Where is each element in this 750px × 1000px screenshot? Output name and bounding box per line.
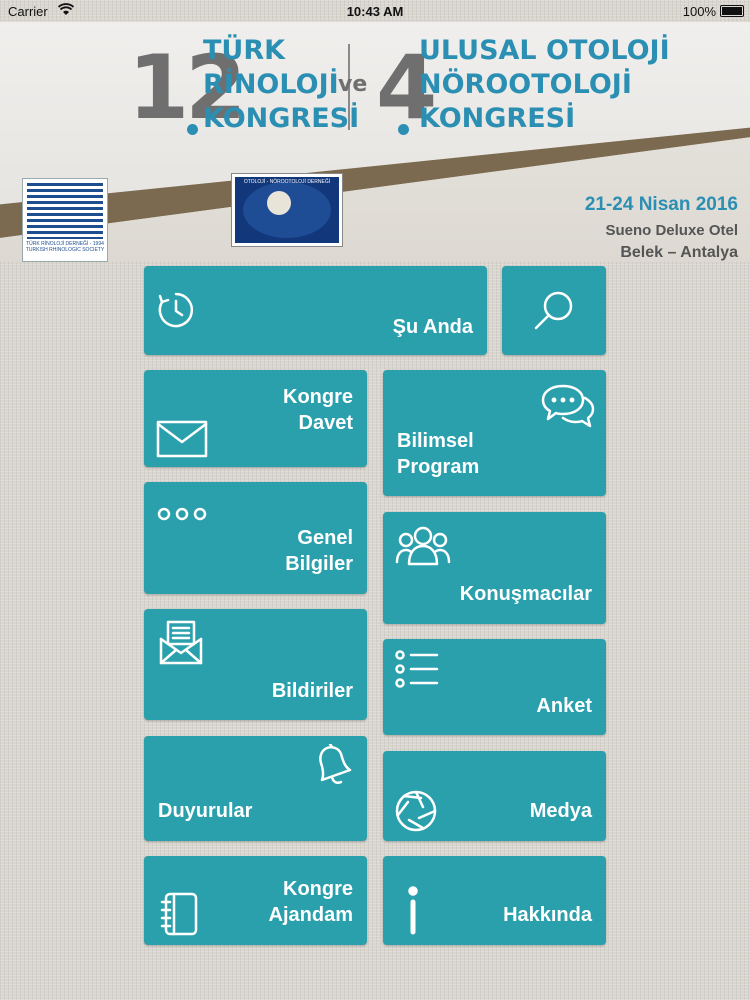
status-bar: Carrier 10:43 AM 100%	[0, 0, 750, 22]
konusmacilar-tile[interactable]: Konuşmacılar	[383, 512, 606, 624]
congress-title-left: TÜRK RİNOLOJİ KONGRESİ	[203, 35, 360, 134]
bilimsel-program-label: Bilimsel Program	[397, 430, 480, 478]
hakkinda-tile[interactable]: Hakkında	[383, 856, 606, 945]
event-date: 21-24 Nisan 2016	[584, 194, 738, 215]
kongre-ajandam-label: Kongre Ajandam	[268, 878, 353, 926]
rhinology-society-logo: TÜRK RİNOLOJİ DERNEĞİ - 1994 TURKISH RHI…	[22, 178, 108, 262]
anket-label: Anket	[536, 695, 592, 717]
kongre-davet-label: Kongre Davet	[283, 386, 353, 434]
congress-header: 12 TÜRK RİNOLOJİ KONGRESİ ve 4 ULUSAL OT…	[0, 22, 750, 262]
connector-word: ve	[338, 72, 368, 97]
envelope-icon	[156, 420, 208, 458]
bilimsel-program-tile[interactable]: Bilimsel Program	[383, 370, 606, 496]
camera-aperture-icon	[395, 790, 437, 832]
genel-bilgiler-tile[interactable]: Genel Bilgiler	[144, 482, 367, 594]
open-mail-icon	[159, 620, 203, 665]
event-info: 21-24 Nisan 2016 Sueno Deluxe Otel Belek…	[585, 194, 738, 262]
search-icon	[534, 291, 573, 330]
medya-tile[interactable]: Medya	[383, 751, 606, 841]
people-group-icon	[395, 526, 451, 566]
battery-percent: 100%	[682, 4, 716, 19]
clock: 10:43 AM	[346, 4, 404, 19]
bildiriler-label: Bildiriler	[271, 680, 353, 702]
su-anda-tile[interactable]: Şu Anda	[144, 266, 487, 355]
su-anda-label: Şu Anda	[392, 316, 473, 338]
notebook-icon	[160, 892, 198, 936]
list-icon	[395, 650, 439, 688]
duyurular-tile[interactable]: Duyurular	[144, 736, 367, 841]
kongre-davet-tile[interactable]: Kongre Davet	[144, 370, 367, 467]
hakkinda-label: Hakkında	[503, 904, 592, 926]
duyurular-label: Duyurular	[158, 800, 253, 822]
battery-icon	[720, 5, 744, 17]
otology-society-logo: OTOLOJİ - NÖROOTOLOJİ DERNEĞİ	[232, 174, 342, 246]
info-icon	[408, 886, 418, 935]
congress-title-right: ULUSAL OTOLOJİ NÖROOTOLOJİ KONGRESİ	[419, 35, 670, 134]
event-venue: Sueno Deluxe Otel	[605, 222, 738, 239]
anket-tile[interactable]: Anket	[383, 639, 606, 735]
search-tile[interactable]	[502, 266, 606, 355]
genel-bilgiler-label: Genel Bilgiler	[285, 527, 353, 575]
bildiriler-tile[interactable]: Bildiriler	[144, 609, 367, 720]
clock-icon	[158, 292, 194, 328]
chat-bubbles-icon	[541, 384, 595, 428]
bell-icon	[319, 744, 352, 785]
konusmacilar-label: Konuşmacılar	[459, 583, 592, 605]
more-icon	[157, 507, 207, 521]
kongre-ajandam-tile[interactable]: Kongre Ajandam	[144, 856, 367, 945]
event-location: Belek – Antalya	[620, 244, 738, 261]
medya-label: Medya	[529, 800, 592, 822]
